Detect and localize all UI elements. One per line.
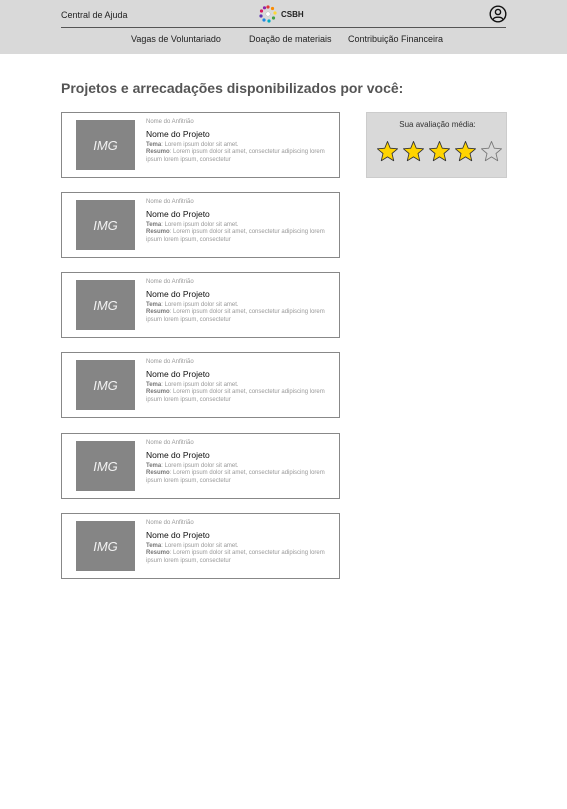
- project-card[interactable]: IMG Nome do Anfitrião Nome do Projeto Tema:…: [61, 433, 340, 499]
- summary-text: : Lorem ipsum dolor sit amet, consectetu…: [146, 389, 325, 403]
- host-name: Nome do Anfitrião: [146, 520, 194, 526]
- project-name: Nome do Projeto: [146, 450, 210, 460]
- theme-text: : Lorem ipsum dolor sit amet.: [161, 543, 239, 549]
- theme-text: : Lorem ipsum dolor sit amet.: [161, 463, 239, 469]
- summary-text: : Lorem ipsum dolor sit amet, consectetu…: [146, 470, 325, 484]
- summary-text: : Lorem ipsum dolor sit amet, consectetu…: [146, 149, 325, 163]
- star-filled-icon: [377, 141, 398, 162]
- star-filled-icon: [403, 141, 424, 162]
- summary-text: : Lorem ipsum dolor sit amet, consectetu…: [146, 550, 325, 564]
- header-divider: [61, 27, 506, 28]
- host-name: Nome do Anfitrião: [146, 119, 194, 125]
- theme-label: Tema: [146, 222, 162, 228]
- nav-financial-contribution[interactable]: Contribuição Financeira: [348, 34, 443, 44]
- project-card[interactable]: IMG Nome do Anfitrião Nome do Projeto Tema:…: [61, 192, 340, 258]
- project-card[interactable]: IMG Nome do Anfitrião Nome do Projeto Tema:…: [61, 112, 340, 178]
- theme-label: Tema: [146, 463, 162, 469]
- project-card[interactable]: IMG Nome do Anfitrião Nome do Projeto Tema:…: [61, 513, 340, 579]
- project-image-placeholder: IMG: [76, 521, 135, 571]
- project-description: Tema: Lorem ipsum dolor sit amet. Resumo:…: [146, 302, 326, 324]
- top-header: Central de Ajuda CSBH Vagas de Voluntari…: [0, 0, 567, 54]
- nav-volunteer-jobs[interactable]: Vagas de Voluntariado: [131, 34, 221, 44]
- summary-text: : Lorem ipsum dolor sit amet, consectetu…: [146, 309, 325, 323]
- summary-label: Resumo: [146, 389, 170, 396]
- star-empty-icon: [481, 141, 502, 162]
- logo[interactable]: CSBH: [258, 4, 304, 24]
- project-image-placeholder: IMG: [76, 280, 135, 330]
- project-name: Nome do Projeto: [146, 209, 210, 219]
- summary-label: Resumo: [146, 309, 170, 316]
- star-filled-icon: [455, 141, 476, 162]
- theme-text: : Lorem ipsum dolor sit amet.: [161, 142, 239, 148]
- star-rating: [376, 140, 503, 163]
- summary-label: Resumo: [146, 229, 170, 236]
- logo-text: CSBH: [281, 9, 304, 19]
- nav-material-donation[interactable]: Doação de materiais: [249, 34, 332, 44]
- project-description: Tema: Lorem ipsum dolor sit amet. Resumo:…: [146, 142, 326, 164]
- summary-text: : Lorem ipsum dolor sit amet, consectetu…: [146, 229, 325, 243]
- help-center-link[interactable]: Central de Ajuda: [61, 10, 128, 20]
- project-card[interactable]: IMG Nome do Anfitrião Nome do Projeto Tema:…: [61, 272, 340, 338]
- logo-icon: [259, 5, 277, 23]
- page-title: Projetos e arrecadações disponibilizados…: [61, 80, 404, 96]
- theme-label: Tema: [146, 382, 162, 388]
- summary-label: Resumo: [146, 550, 170, 557]
- project-description: Tema: Lorem ipsum dolor sit amet. Resumo:…: [146, 382, 326, 404]
- rating-panel: Sua avaliação média:: [366, 112, 507, 178]
- summary-label: Resumo: [146, 470, 170, 477]
- project-image-placeholder: IMG: [76, 200, 135, 250]
- summary-label: Resumo: [146, 149, 170, 156]
- project-image-placeholder: IMG: [76, 120, 135, 170]
- project-name: Nome do Projeto: [146, 369, 210, 379]
- project-name: Nome do Projeto: [146, 530, 210, 540]
- theme-text: : Lorem ipsum dolor sit amet.: [161, 382, 239, 388]
- project-name: Nome do Projeto: [146, 129, 210, 139]
- project-description: Tema: Lorem ipsum dolor sit amet. Resumo:…: [146, 222, 326, 244]
- theme-text: : Lorem ipsum dolor sit amet.: [161, 222, 239, 228]
- theme-label: Tema: [146, 543, 162, 549]
- project-image-placeholder: IMG: [76, 360, 135, 410]
- project-description: Tema: Lorem ipsum dolor sit amet. Resumo:…: [146, 463, 326, 485]
- project-image-placeholder: IMG: [76, 441, 135, 491]
- project-name: Nome do Projeto: [146, 289, 210, 299]
- project-description: Tema: Lorem ipsum dolor sit amet. Resumo:…: [146, 543, 326, 565]
- host-name: Nome do Anfitrião: [146, 199, 194, 205]
- theme-label: Tema: [146, 142, 162, 148]
- project-card[interactable]: IMG Nome do Anfitrião Nome do Projeto Tema:…: [61, 352, 340, 418]
- host-name: Nome do Anfitrião: [146, 440, 194, 446]
- host-name: Nome do Anfitrião: [146, 279, 194, 285]
- theme-label: Tema: [146, 302, 162, 308]
- host-name: Nome do Anfitrião: [146, 359, 194, 365]
- user-profile-icon[interactable]: [489, 5, 507, 23]
- theme-text: : Lorem ipsum dolor sit amet.: [161, 302, 239, 308]
- star-filled-icon: [429, 141, 450, 162]
- rating-title: Sua avaliação média:: [399, 120, 476, 129]
